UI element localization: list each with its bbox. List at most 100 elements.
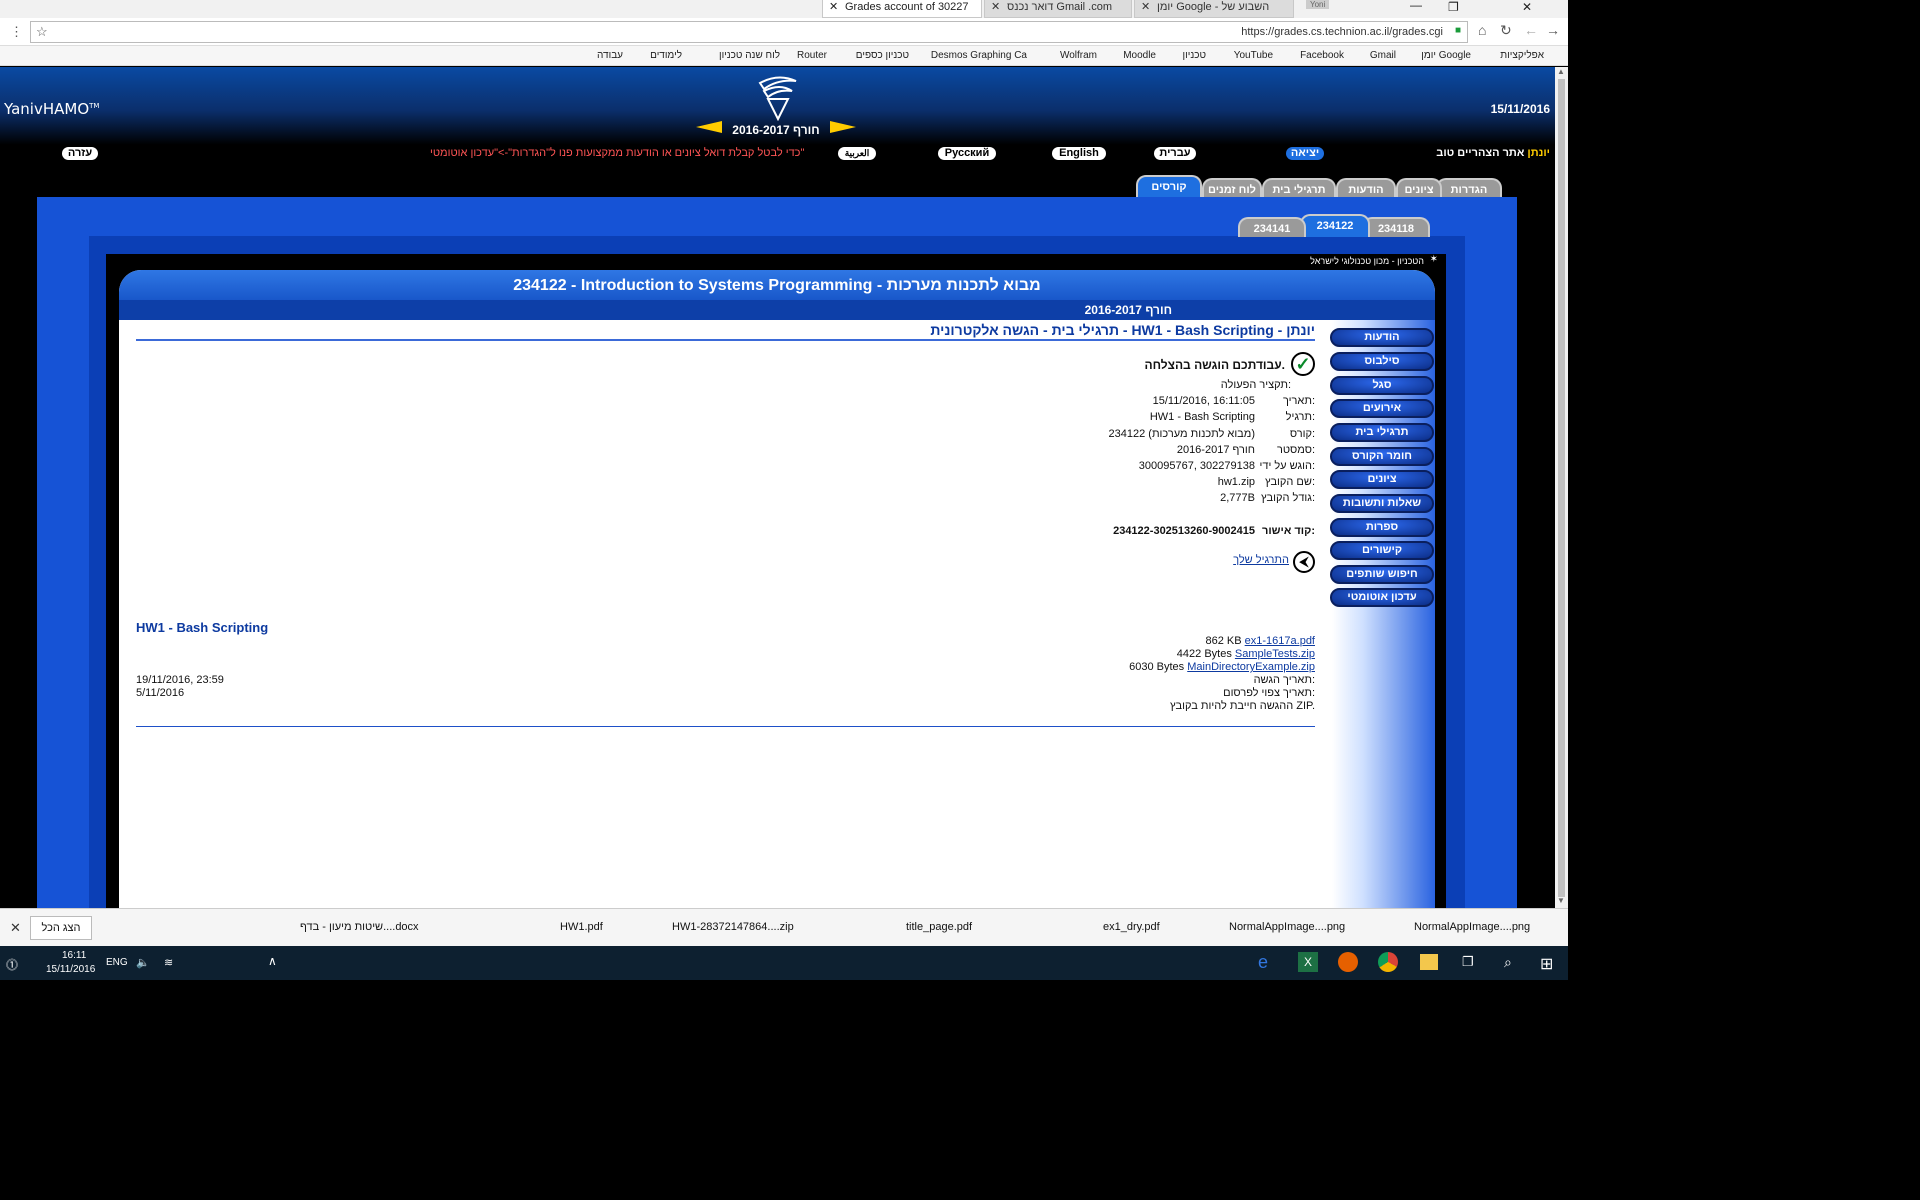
bookmark-studies[interactable]: לימודים <box>650 50 682 61</box>
course-tab-234118[interactable]: 234118 <box>1362 217 1430 237</box>
tab-settings[interactable]: הגדרות <box>1436 178 1502 198</box>
side-partners[interactable]: חיפוש שותפים <box>1330 565 1434 584</box>
technion-logo-icon: ✶ <box>1429 254 1438 265</box>
side-links[interactable]: קישורים <box>1330 541 1434 560</box>
bookmark-gmail[interactable]: Gmail <box>1370 50 1396 61</box>
side-homework[interactable]: תרגילי בית <box>1330 423 1434 442</box>
profile-badge[interactable]: Yoni <box>1306 0 1330 9</box>
label-filename: שם הקובץ: <box>1264 476 1315 488</box>
page-scrollbar[interactable]: ▲ ▼ <box>1555 67 1568 908</box>
download-item[interactable]: שיטות מיעון - בדף....docx <box>300 921 419 933</box>
bookmark-moodle[interactable]: Moodle <box>1123 50 1156 61</box>
maximize-window-icon[interactable]: ❐ <box>1448 0 1459 14</box>
download-item[interactable]: HW1.pdf <box>560 921 603 933</box>
minimize-window-icon[interactable]: — <box>1410 0 1422 12</box>
download-item[interactable]: NormalAppImage....png <box>1229 921 1345 933</box>
explorer-icon[interactable] <box>1420 954 1438 970</box>
wifi-icon[interactable]: ≋ <box>164 956 173 969</box>
tab-homework[interactable]: תרגילי בית <box>1262 178 1336 198</box>
logout-button[interactable]: יציאה <box>1286 147 1324 160</box>
start-icon[interactable]: ⊞ <box>1540 954 1553 974</box>
course-tab-234141[interactable]: 234141 <box>1238 217 1306 237</box>
side-events[interactable]: אירועים <box>1330 399 1434 418</box>
chrome-icon[interactable] <box>1378 952 1398 972</box>
close-window-icon[interactable]: ✕ <box>1522 0 1532 14</box>
close-tab-icon[interactable]: ✕ <box>1141 0 1150 14</box>
bookmark-technion-money[interactable]: טכניון כספים <box>856 50 909 61</box>
scroll-up-icon[interactable]: ▲ <box>1557 67 1565 76</box>
bookmark-work[interactable]: עבודה <box>597 50 623 61</box>
lang-arabic-button[interactable]: العربية <box>838 147 876 160</box>
close-downloads-icon[interactable]: ✕ <box>10 920 21 936</box>
side-grades[interactable]: ציונים <box>1330 470 1434 489</box>
due-label: תאריך הגשה: <box>1253 674 1315 686</box>
tab-messages[interactable]: הודעות <box>1336 178 1396 198</box>
label-confirmation: קוד אישור: <box>1262 525 1315 537</box>
next-semester-arrow-icon[interactable] <box>830 121 856 133</box>
excel-icon[interactable]: X <box>1298 952 1318 972</box>
taskbar: ⊞ ⌕ ❐ X e ⓵ 16:11 15/11/2016 ENG 🔈 ≋ ∧ <box>0 946 1568 980</box>
help-button[interactable]: עזרה <box>62 147 98 160</box>
back-icon[interactable]: → <box>1546 22 1560 38</box>
close-tab-icon[interactable]: ✕ <box>829 0 838 14</box>
side-course-material[interactable]: חומר הקורס <box>1330 447 1434 466</box>
bookmark-facebook[interactable]: Facebook <box>1300 50 1344 61</box>
url-field[interactable]: ☆ https://grades.cs.technion.ac.il/grade… <box>30 21 1468 43</box>
file-link-maindirectory[interactable]: MainDirectoryExample.zip <box>1187 661 1315 673</box>
publish-label: תאריך צפוי לפרסום: <box>1223 687 1315 699</box>
scroll-down-icon[interactable]: ▼ <box>1557 896 1565 905</box>
side-literature[interactable]: ספרות <box>1330 518 1434 537</box>
tab-grades[interactable]: ציונים <box>1396 178 1442 198</box>
back-to-exercise-link[interactable]: התרגיל שלך <box>1233 554 1289 566</box>
bookmark-star-icon[interactable]: ☆ <box>36 24 48 40</box>
reload-icon[interactable]: ↻ <box>1500 22 1512 39</box>
download-item[interactable]: ex1_dry.pdf <box>1103 921 1160 933</box>
side-auto-update[interactable]: עדכון אוטומטי <box>1330 588 1434 607</box>
lang-russian-button[interactable]: Русский <box>938 147 996 160</box>
volume-icon[interactable]: 🔈 <box>136 956 150 969</box>
side-staff[interactable]: סגל <box>1330 376 1434 395</box>
bookmark-technion[interactable]: טכניון <box>1183 50 1206 61</box>
bookmark-calendar[interactable]: יומן Google <box>1421 50 1471 61</box>
file-link-ex1[interactable]: ex1-1617a.pdf <box>1245 635 1315 647</box>
home-icon[interactable]: ⌂ <box>1478 22 1486 38</box>
bookmark-calendar-technion[interactable]: לוח שנה טכניון <box>719 50 780 61</box>
tab-grades[interactable]: ✕ Grades account of 30227 <box>822 0 982 18</box>
edge-icon[interactable]: e <box>1258 952 1268 973</box>
search-icon[interactable]: ⌕ <box>1504 954 1512 971</box>
course-tab-234122[interactable]: 234122 <box>1300 214 1370 237</box>
file-link-sampletests[interactable]: SampleTests.zip <box>1235 648 1315 660</box>
file-row: 862 KB ex1-1617a.pdf <box>1205 635 1316 647</box>
start-button-icon[interactable]: ⓵ <box>6 956 18 973</box>
firefox-icon[interactable] <box>1338 952 1358 972</box>
label-exercise: תרגיל: <box>1285 411 1315 423</box>
lang-hebrew-button[interactable]: עברית <box>1154 147 1196 160</box>
forward-icon[interactable]: ← <box>1524 22 1538 38</box>
lang-english-button[interactable]: English <box>1052 147 1106 160</box>
tab-calendar[interactable]: ✕ יומן Google - השבוע של <box>1134 0 1294 18</box>
scroll-thumb[interactable] <box>1558 79 1565 897</box>
taskbar-lang[interactable]: ENG <box>106 957 128 968</box>
back-arrow-icon[interactable]: ⮜ <box>1293 551 1315 573</box>
bookmark-router[interactable]: Router <box>797 50 827 61</box>
taskview-icon[interactable]: ❐ <box>1462 954 1474 970</box>
close-tab-icon[interactable]: ✕ <box>991 0 1000 14</box>
side-qa[interactable]: שאלות ותשובות <box>1330 494 1434 513</box>
label-filesize: גודל הקובץ: <box>1261 492 1315 504</box>
bookmark-youtube[interactable]: YouTube <box>1234 50 1273 61</box>
side-syllabus[interactable]: סילבוס <box>1330 352 1434 371</box>
tab-gmail[interactable]: ✕ דואר נכנס Gmail .com <box>984 0 1132 18</box>
download-item[interactable]: title_page.pdf <box>906 921 972 933</box>
side-messages[interactable]: הודעות <box>1330 328 1434 347</box>
tray-overflow-icon[interactable]: ∧ <box>268 954 277 968</box>
download-item[interactable]: NormalAppImage....png <box>1414 921 1530 933</box>
download-item[interactable]: HW1-28372147864....zip <box>672 921 794 933</box>
bookmark-wolfram[interactable]: Wolfram <box>1060 50 1097 61</box>
tab-schedule[interactable]: לוח זמנים <box>1202 178 1262 198</box>
tab-courses[interactable]: קורסים <box>1136 175 1202 198</box>
menu-icon[interactable]: ⋮ <box>10 24 23 40</box>
prev-semester-arrow-icon[interactable] <box>696 121 722 133</box>
bookmark-apps[interactable]: אפליקציות <box>1500 50 1544 61</box>
bookmark-desmos[interactable]: Desmos Graphing Ca <box>931 50 1027 61</box>
show-all-button[interactable]: הצג הכל <box>30 916 92 940</box>
